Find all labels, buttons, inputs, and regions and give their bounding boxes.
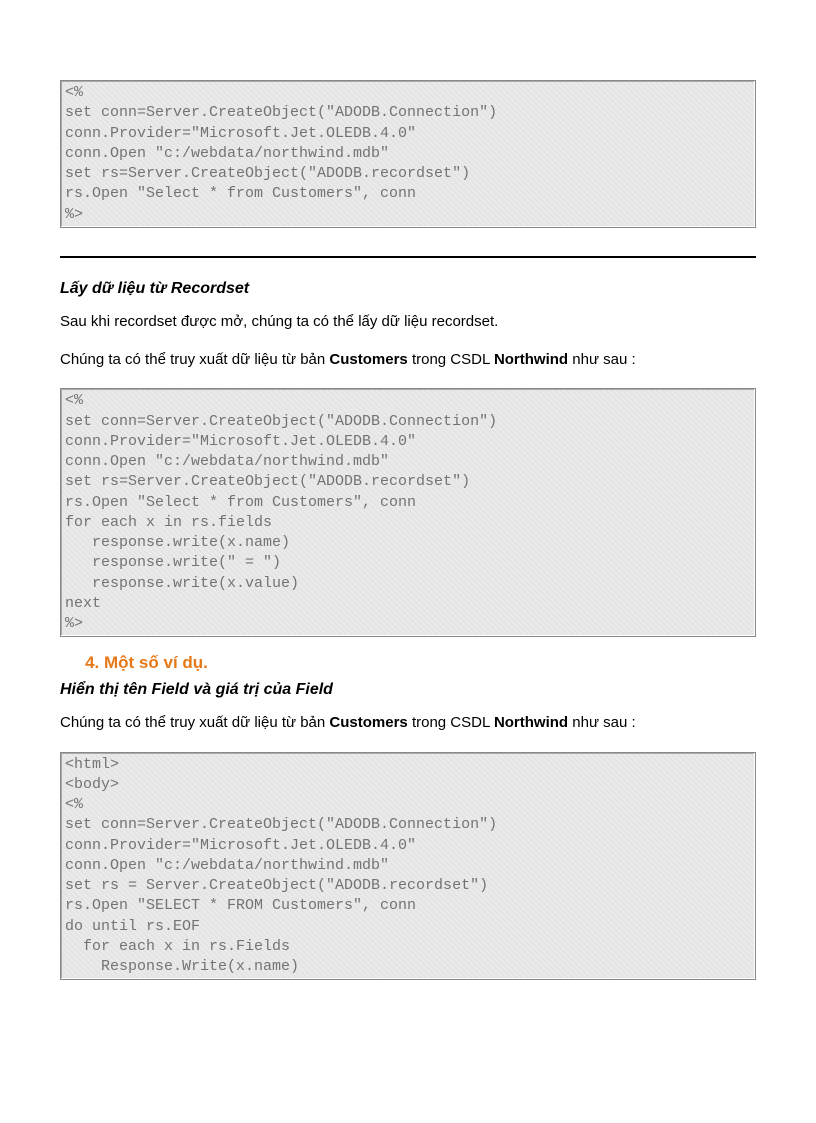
document-page: <% set conn=Server.CreateObject("ADODB.C… bbox=[0, 0, 816, 1123]
subheading-field: Hiển thị tên Field và giá trị của Field bbox=[60, 681, 756, 699]
list-item-4: Một số ví dụ. bbox=[104, 653, 756, 673]
numbered-list: Một số ví dụ. bbox=[60, 653, 756, 673]
para2-bold-customers: Customers bbox=[329, 351, 407, 368]
para3-text-post: như sau : bbox=[568, 714, 636, 731]
para3-bold-customers: Customers bbox=[329, 714, 407, 731]
para3-bold-northwind: Northwind bbox=[494, 714, 568, 731]
para2-bold-northwind: Northwind bbox=[494, 351, 568, 368]
paragraph-1: Sau khi recordset được mở, chúng ta có t… bbox=[60, 312, 756, 332]
para2-text-mid: trong CSDL bbox=[408, 351, 494, 368]
code-block-1: <% set conn=Server.CreateObject("ADODB.C… bbox=[60, 80, 756, 228]
paragraph-3: Chúng ta có thể truy xuất dữ liệu từ bản… bbox=[60, 713, 756, 733]
para2-text-post: như sau : bbox=[568, 351, 636, 368]
para3-text-pre: Chúng ta có thể truy xuất dữ liệu từ bản bbox=[60, 714, 329, 731]
paragraph-2: Chúng ta có thể truy xuất dữ liệu từ bản… bbox=[60, 350, 756, 370]
para3-text-mid: trong CSDL bbox=[408, 714, 494, 731]
subheading-recordset: Lấy dữ liệu từ Recordset bbox=[60, 280, 756, 298]
list-item-4-text: Một số ví dụ. bbox=[104, 653, 208, 672]
code-block-2: <% set conn=Server.CreateObject("ADODB.C… bbox=[60, 388, 756, 637]
separator bbox=[60, 256, 756, 258]
code-block-3: <html> <body> <% set conn=Server.CreateO… bbox=[60, 752, 756, 981]
para2-text-pre: Chúng ta có thể truy xuất dữ liệu từ bản bbox=[60, 351, 329, 368]
